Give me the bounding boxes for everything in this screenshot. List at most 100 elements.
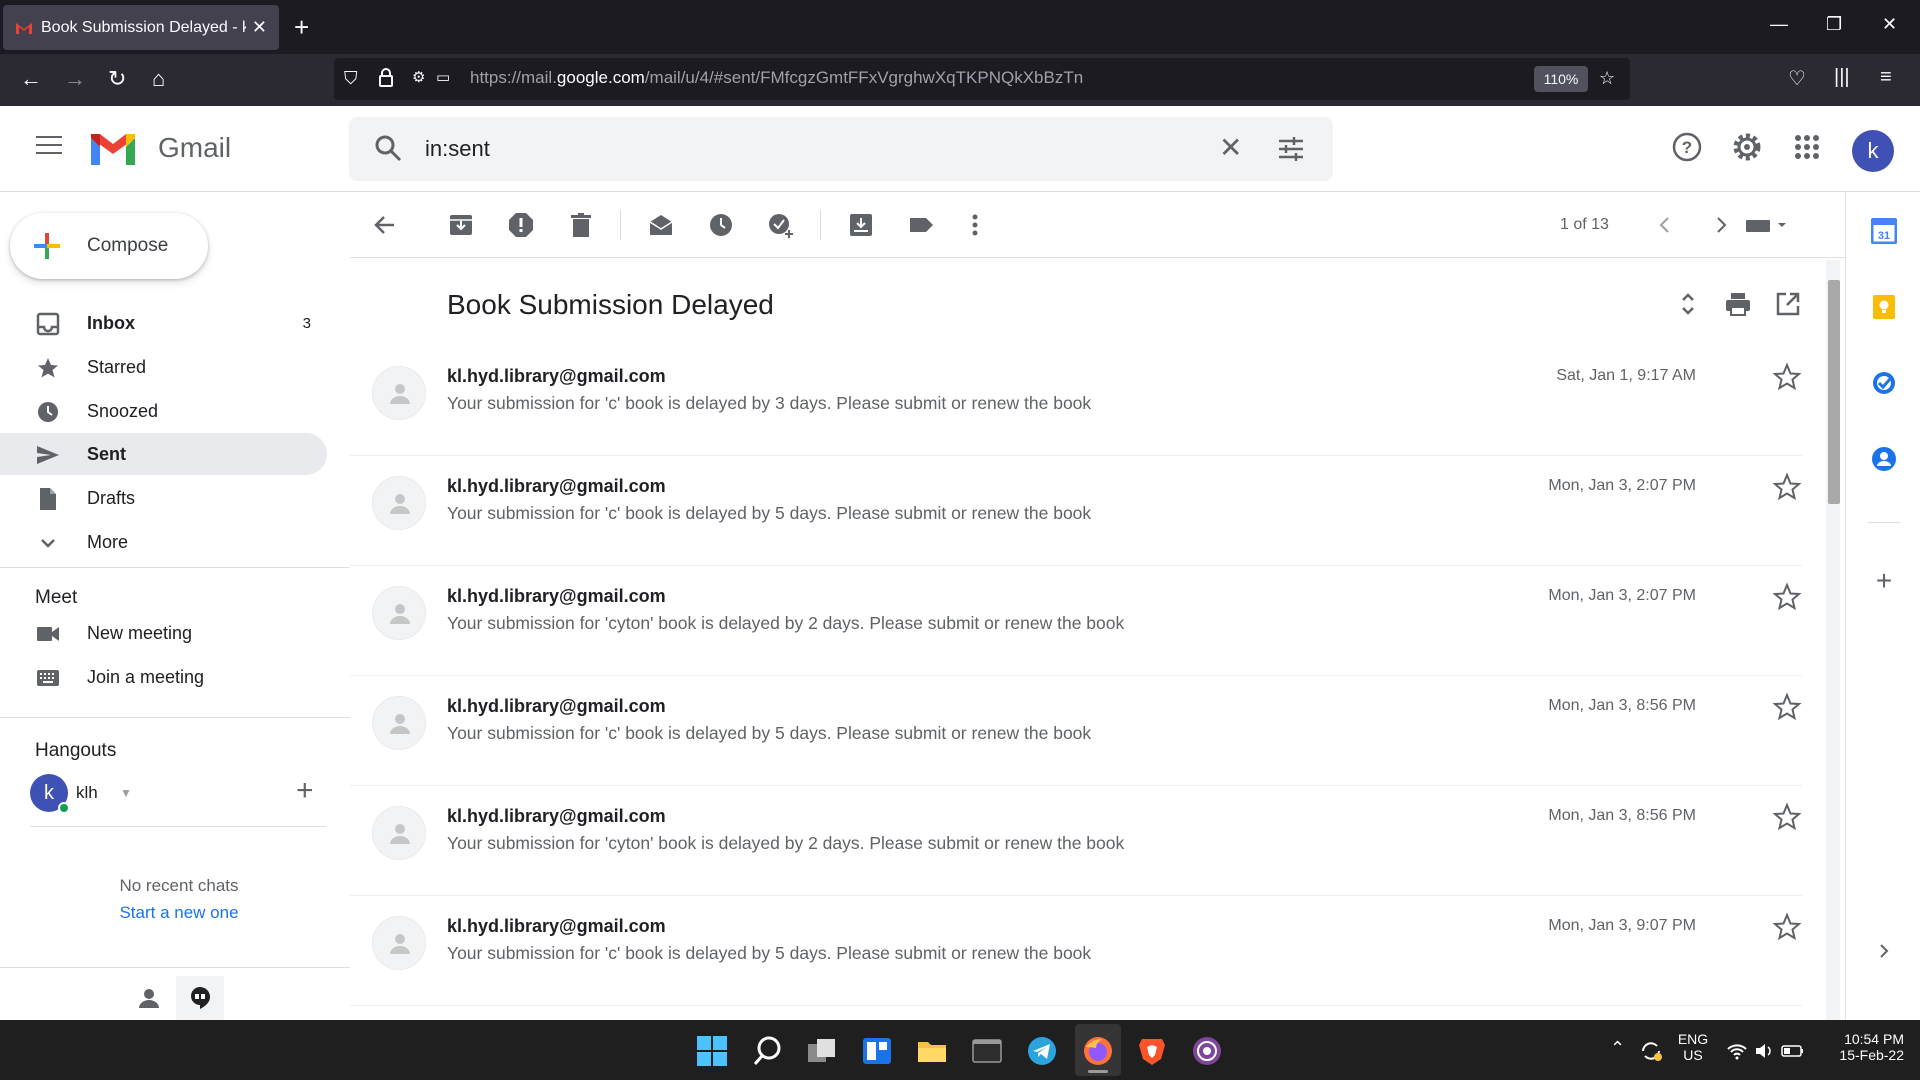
battery-icon[interactable] [1780,1035,1806,1067]
browser-tab[interactable]: Book Submission Delayed - kl.h ✕ [3,5,279,50]
pocket-icon[interactable]: ♡ [1788,66,1806,91]
star-icon[interactable] [1772,912,1802,942]
hangouts-user[interactable]: k klh ▼ + [30,774,330,818]
firefox-icon[interactable] [1082,1035,1114,1067]
close-window-icon[interactable]: ✕ [1882,14,1897,35]
windows-start-icon[interactable] [696,1035,728,1067]
older-chevron-icon[interactable] [1708,212,1734,238]
join-meeting-item[interactable]: Join a meeting [0,656,327,698]
snooze-icon[interactable] [708,212,734,238]
contacts-icon[interactable] [1871,446,1897,472]
search-options-icon[interactable] [1277,135,1305,163]
gmail-logo-icon[interactable] [88,132,138,168]
get-addons-plus-icon[interactable]: + [1871,567,1897,595]
clear-search-icon[interactable]: ✕ [1219,131,1242,164]
new-tab-icon[interactable]: + [294,12,309,43]
url-bar[interactable]: ⛉ ⚙ ▭ https://mail.google.com/mail/u/4/#… [334,58,1630,100]
archive-icon[interactable] [448,212,474,238]
nav-item-sent[interactable]: Sent [0,433,327,475]
settings-gear-icon[interactable] [1730,130,1764,164]
more-options-icon[interactable] [962,212,988,238]
widgets-icon[interactable] [861,1035,893,1067]
main-menu-icon[interactable] [36,136,62,156]
bookmark-star-icon[interactable]: ☆ [1599,68,1615,89]
file-explorer-icon[interactable] [916,1035,948,1067]
zoom-indicator[interactable]: 110% [1534,66,1588,92]
compose-button[interactable]: Compose [10,213,208,279]
back-to-list-icon[interactable] [372,212,398,238]
star-icon[interactable] [1772,582,1802,612]
telegram-icon[interactable] [1026,1035,1058,1067]
task-view-icon[interactable] [806,1035,838,1067]
label-icon[interactable] [908,212,934,238]
search-input[interactable]: in:sent [425,136,490,162]
move-to-icon[interactable] [848,212,874,238]
scrollbar-thumb[interactable] [1828,280,1840,504]
account-avatar[interactable]: k [1852,130,1894,172]
apps-grid-icon[interactable] [1790,130,1824,164]
nav-item-snoozed[interactable]: Snoozed [0,390,327,432]
contacts-person-icon[interactable] [138,987,160,1014]
restore-icon[interactable]: ❐ [1826,14,1842,35]
add-to-tasks-icon[interactable] [768,212,794,238]
wifi-icon[interactable] [1726,1035,1748,1067]
nav-item-inbox[interactable]: Inbox 3 [0,302,327,344]
shield-icon[interactable]: ⛉ [344,68,358,89]
calendar-icon[interactable]: 31 [1870,217,1898,245]
reload-icon[interactable]: ↻ [108,66,126,92]
tor-browser-icon[interactable] [1191,1035,1223,1067]
report-spam-icon[interactable] [508,212,534,238]
print-icon[interactable] [1724,290,1752,318]
expand-all-icon[interactable] [1674,290,1702,318]
language-indicator[interactable]: ENG US [1676,1031,1710,1063]
help-icon[interactable]: ? [1670,130,1704,164]
message-row[interactable]: kl.hyd.library@gmail.com Your submission… [350,786,1802,896]
gmail-favicon-icon [15,21,33,35]
search-icon[interactable] [373,133,403,163]
message-row[interactable]: kl.hyd.library@gmail.com Your submission… [350,566,1802,676]
tasks-icon[interactable] [1871,370,1897,396]
message-row[interactable]: kl.hyd.library@gmail.com Your submission… [350,896,1802,1006]
nav-item-more[interactable]: More [0,521,327,563]
minimize-icon[interactable]: — [1770,14,1788,35]
mark-unread-icon[interactable] [648,212,674,238]
tracking-icon[interactable]: ▭ [436,68,450,86]
message-row[interactable]: kl.hyd.library@gmail.com Your submission… [350,676,1802,786]
nav-item-drafts[interactable]: Drafts [0,477,327,519]
home-icon[interactable]: ⌂ [152,66,165,92]
library-icon[interactable]: ||| [1834,66,1850,89]
search-bar[interactable]: in:sent ✕ [349,117,1333,181]
nav-item-starred[interactable]: Starred [0,346,327,388]
delete-icon[interactable] [568,212,594,238]
clock[interactable]: 10:54 PM 15-Feb-22 [1824,1031,1904,1063]
star-icon[interactable] [1772,692,1802,722]
newer-chevron-icon[interactable] [1652,212,1678,238]
star-icon[interactable] [1772,802,1802,832]
lock-icon[interactable] [378,68,394,93]
back-icon[interactable]: ← [20,66,42,92]
start-new-chat-link[interactable]: Start a new one [0,903,358,923]
show-hidden-icons-icon[interactable]: ⌃ [1610,1038,1625,1059]
hangouts-tab[interactable] [176,976,224,1020]
show-side-panel-chevron-icon[interactable] [1871,938,1897,964]
forward-icon[interactable]: → [64,66,86,92]
message-row[interactable]: kl.hyd.library@gmail.com Your submission… [350,456,1802,566]
message-row[interactable]: kl.hyd.library@gmail.com Your submission… [350,346,1802,456]
volume-icon[interactable] [1754,1035,1776,1067]
caret-down-icon[interactable]: ▼ [120,786,132,800]
menu-icon[interactable]: ≡ [1880,66,1892,89]
brave-icon[interactable] [1136,1035,1168,1067]
open-new-window-icon[interactable] [1774,290,1802,318]
search-icon[interactable] [752,1035,784,1067]
permissions-icon[interactable]: ⚙ [412,68,425,86]
sender-avatar-icon [372,366,426,420]
add-chat-icon[interactable]: + [296,774,314,808]
star-icon[interactable] [1772,472,1802,502]
terminal-icon[interactable] [971,1035,1003,1067]
star-icon[interactable] [1772,362,1802,392]
input-tools-icon[interactable] [1744,212,1790,238]
close-tab-icon[interactable]: ✕ [252,17,267,38]
new-meeting-item[interactable]: New meeting [0,612,327,654]
sync-icon[interactable] [1638,1035,1664,1067]
keep-icon[interactable] [1871,294,1897,320]
